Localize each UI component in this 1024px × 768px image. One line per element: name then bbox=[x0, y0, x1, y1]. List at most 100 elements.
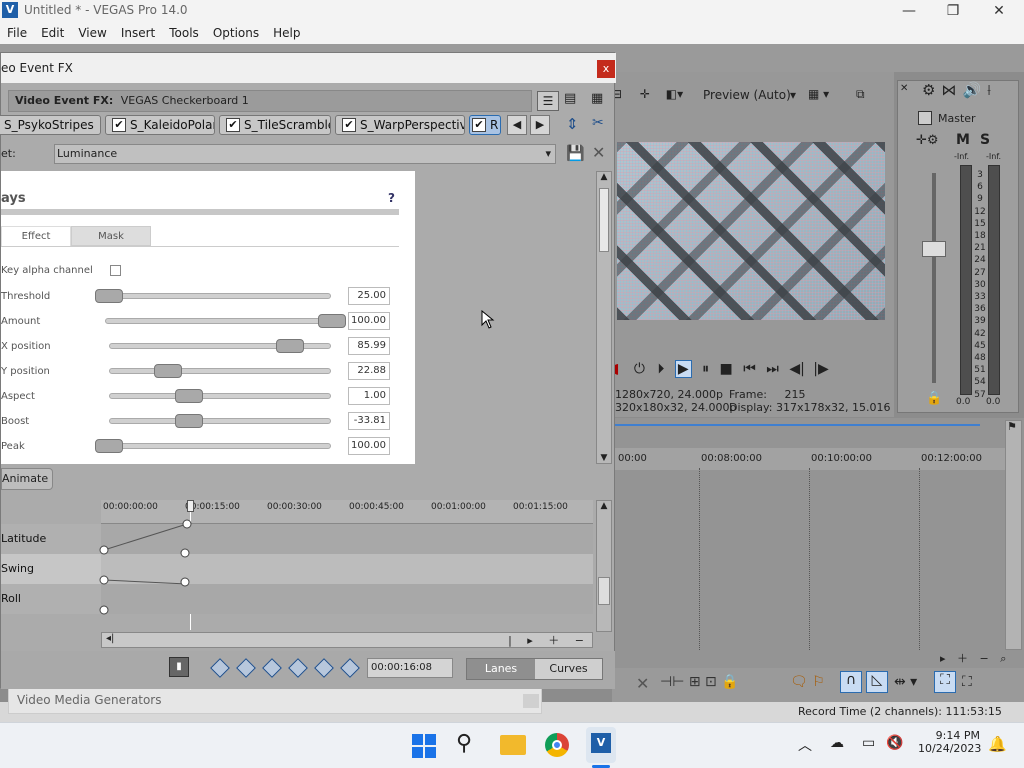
go-to-start-icon[interactable]: ⏮ bbox=[743, 361, 756, 377]
param-value-field[interactable]: -33.81 bbox=[348, 412, 390, 430]
menu-edit[interactable]: Edit bbox=[34, 22, 71, 44]
file-explorer-icon[interactable] bbox=[500, 735, 526, 755]
param-value-field[interactable]: 25.00 bbox=[348, 287, 390, 305]
close-mixer-icon[interactable]: ✕ bbox=[900, 83, 908, 94]
ripple-edit-icon[interactable]: ⇹ ▾ bbox=[894, 674, 917, 690]
close-window-button[interactable]: ✕ bbox=[976, 0, 1022, 22]
curves-button[interactable]: Curves bbox=[535, 659, 602, 679]
timeline-vertical-scrollbar[interactable] bbox=[1005, 420, 1022, 650]
vegas-taskbar-icon[interactable]: V bbox=[586, 727, 616, 763]
delete-icon[interactable]: ✕ bbox=[636, 674, 649, 693]
param-value-field[interactable]: 100.00 bbox=[348, 312, 390, 330]
ignore-grouping-icon[interactable]: ⛶ bbox=[962, 674, 972, 690]
param-slider-track[interactable] bbox=[95, 293, 331, 299]
grid-view-icon[interactable]: ▦ bbox=[591, 91, 603, 106]
kf-zoom-controls[interactable]: | ▸ ＋ − bbox=[508, 632, 590, 648]
playhead-handle[interactable] bbox=[187, 500, 194, 512]
play-icon[interactable]: ▶ bbox=[674, 360, 692, 378]
lock-envelopes-icon[interactable]: ⛶ bbox=[934, 671, 956, 693]
auto-crossfade-icon[interactable]: ◺ bbox=[866, 671, 888, 693]
master-fader[interactable] bbox=[922, 241, 946, 257]
kf-lane-label[interactable]: Latitude bbox=[1, 524, 101, 554]
timecode-field[interactable]: 00:00:16:08 bbox=[367, 658, 453, 678]
chain-right-icon[interactable]: ▶ bbox=[530, 115, 550, 135]
grid-overlay-icon[interactable]: ▦ ▾ bbox=[808, 84, 829, 104]
checkbox-icon[interactable]: ✔ bbox=[226, 118, 240, 132]
panel-vertical-scrollbar[interactable]: ▲ ▼ bbox=[596, 171, 612, 464]
dialog-title-bar[interactable]: eo Event FX x bbox=[1, 53, 616, 83]
maximize-button[interactable]: ❐ bbox=[930, 0, 976, 22]
menu-tools[interactable]: Tools bbox=[162, 22, 206, 44]
param-slider-track[interactable] bbox=[109, 418, 331, 424]
delete-preset-icon[interactable]: ✕ bbox=[592, 143, 605, 162]
dialog-close-button[interactable]: x bbox=[597, 60, 615, 78]
display-icon[interactable]: ▭ bbox=[862, 735, 875, 751]
fx-chain-item[interactable]: ✔ S_WarpPerspective bbox=[335, 115, 465, 135]
param-slider-track[interactable] bbox=[109, 393, 331, 399]
lock-icon[interactable]: 🔒 bbox=[926, 391, 942, 406]
clock[interactable]: 9:14 PM 10/24/2023 bbox=[918, 729, 981, 755]
marker-tools-icon[interactable]: 🗨 ⚐ bbox=[790, 674, 825, 690]
chevron-up-icon[interactable]: ︿ bbox=[798, 735, 812, 755]
loop-icon[interactable]: ⏻ bbox=[634, 361, 645, 377]
master-select-icon[interactable] bbox=[918, 111, 932, 125]
param-slider-knob[interactable] bbox=[275, 339, 304, 353]
keyframe-point[interactable] bbox=[180, 548, 190, 558]
menu-help[interactable]: Help bbox=[266, 22, 307, 44]
param-slider-knob[interactable] bbox=[95, 289, 123, 303]
param-value-field[interactable]: 1.00 bbox=[348, 387, 390, 405]
scroll-down-icon[interactable]: ▼ bbox=[597, 453, 611, 463]
kf-lane-label[interactable]: Swing bbox=[1, 554, 101, 584]
checkbox-icon[interactable]: ✔ bbox=[472, 118, 486, 132]
param-value-field[interactable]: 22.88 bbox=[348, 362, 390, 380]
scroll-left-icon[interactable]: ◂| bbox=[106, 633, 114, 644]
menu-options[interactable]: Options bbox=[206, 22, 266, 44]
media-generators-panel[interactable]: Video Media Generators bbox=[8, 688, 542, 714]
marker-icon[interactable]: ⚑ bbox=[1007, 420, 1017, 433]
keyframe-point[interactable] bbox=[182, 519, 192, 529]
mixer-toolbar-icons[interactable]: ⚙⋈🔊⟊ bbox=[922, 81, 997, 99]
menu-insert[interactable]: Insert bbox=[114, 22, 162, 44]
remove-fx-icon[interactable]: ✂ bbox=[592, 115, 604, 131]
minimize-button[interactable]: — bbox=[886, 0, 932, 22]
param-slider-knob[interactable] bbox=[318, 314, 346, 328]
param-value-field[interactable]: 85.99 bbox=[348, 337, 390, 355]
help-button[interactable]: ? bbox=[388, 191, 395, 205]
animate-button[interactable]: Animate bbox=[1, 468, 53, 490]
param-slider-knob[interactable] bbox=[153, 364, 182, 378]
keyframe-point[interactable] bbox=[99, 575, 109, 585]
param-slider-track[interactable] bbox=[109, 368, 331, 374]
save-preset-icon[interactable]: 💾 bbox=[566, 144, 585, 162]
kf-horizontal-scrollbar[interactable]: ◂| | ▸ ＋ − bbox=[101, 632, 593, 648]
fx-chain-item[interactable]: ✔ S_KaleidoPolar bbox=[105, 115, 215, 135]
param-slider-knob[interactable] bbox=[174, 414, 203, 428]
lanes-button[interactable]: Lanes bbox=[467, 659, 535, 679]
snapping-icon[interactable]: ∩ bbox=[840, 671, 862, 693]
menu-file[interactable]: File bbox=[0, 22, 34, 44]
panel-button[interactable] bbox=[523, 694, 539, 708]
search-icon[interactable]: ⚲ bbox=[456, 731, 472, 756]
keyframe-point[interactable] bbox=[180, 577, 190, 587]
fx-chain-item[interactable]: S_PsykoStripes bbox=[0, 115, 101, 135]
keyframe-point[interactable] bbox=[99, 605, 109, 615]
scroll-up-icon[interactable]: ▲ bbox=[597, 501, 611, 511]
menu-view[interactable]: View bbox=[71, 22, 113, 44]
chevron-down-icon[interactable]: ▾ bbox=[790, 85, 796, 105]
scroll-up-icon[interactable]: ▲ bbox=[597, 172, 611, 182]
network-icon[interactable]: ☁ bbox=[830, 735, 844, 751]
solo-button[interactable]: S bbox=[980, 132, 990, 148]
go-to-end-icon[interactable]: ⏭ bbox=[766, 361, 779, 377]
chrome-icon[interactable] bbox=[545, 733, 569, 757]
keyframe-point[interactable] bbox=[99, 545, 109, 555]
param-value-field[interactable]: 100.00 bbox=[348, 437, 390, 455]
start-icon[interactable] bbox=[412, 734, 436, 758]
checkbox-icon[interactable]: ✔ bbox=[112, 118, 126, 132]
kf-lane-label[interactable]: Roll bbox=[1, 584, 101, 614]
volume-muted-icon[interactable]: 🔇 bbox=[886, 735, 903, 751]
sync-cursor-icon[interactable]: ▮ bbox=[169, 657, 189, 677]
kf-vertical-scrollbar[interactable]: ▲ bbox=[596, 500, 612, 632]
param-slider-track[interactable] bbox=[105, 318, 346, 324]
mute-button[interactable]: M bbox=[956, 132, 970, 148]
preset-select[interactable]: Luminance ▾ bbox=[54, 144, 556, 164]
next-frame-icon[interactable]: |▶ bbox=[813, 361, 828, 377]
